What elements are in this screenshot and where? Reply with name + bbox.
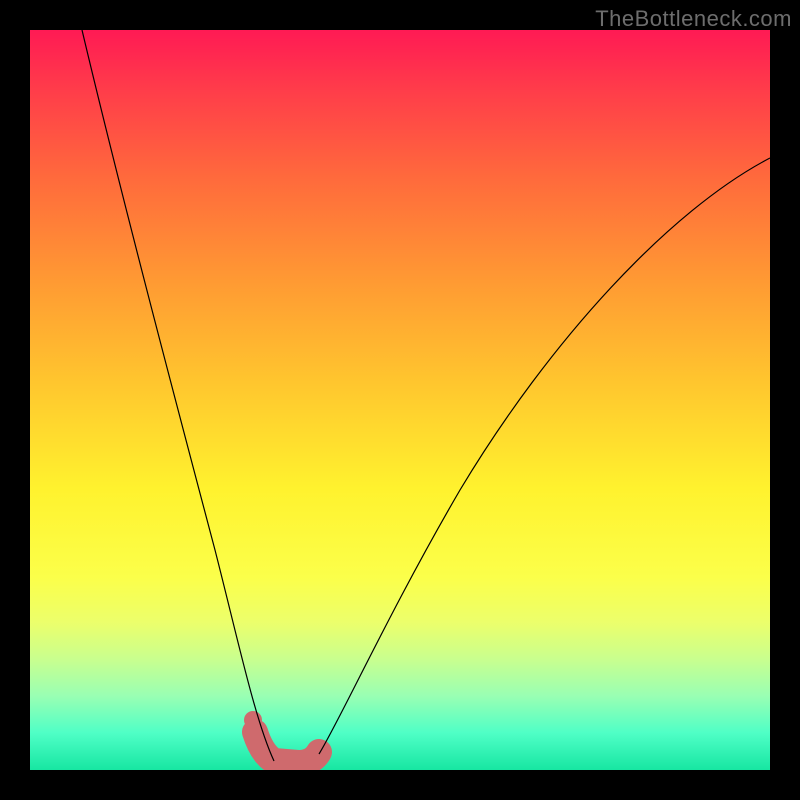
chart-svg (30, 30, 770, 770)
watermark-text: TheBottleneck.com (595, 6, 792, 32)
chart-frame: TheBottleneck.com (0, 0, 800, 800)
right-branch-curve (319, 158, 770, 754)
left-branch-curve (82, 30, 274, 761)
plot-area (30, 30, 770, 770)
